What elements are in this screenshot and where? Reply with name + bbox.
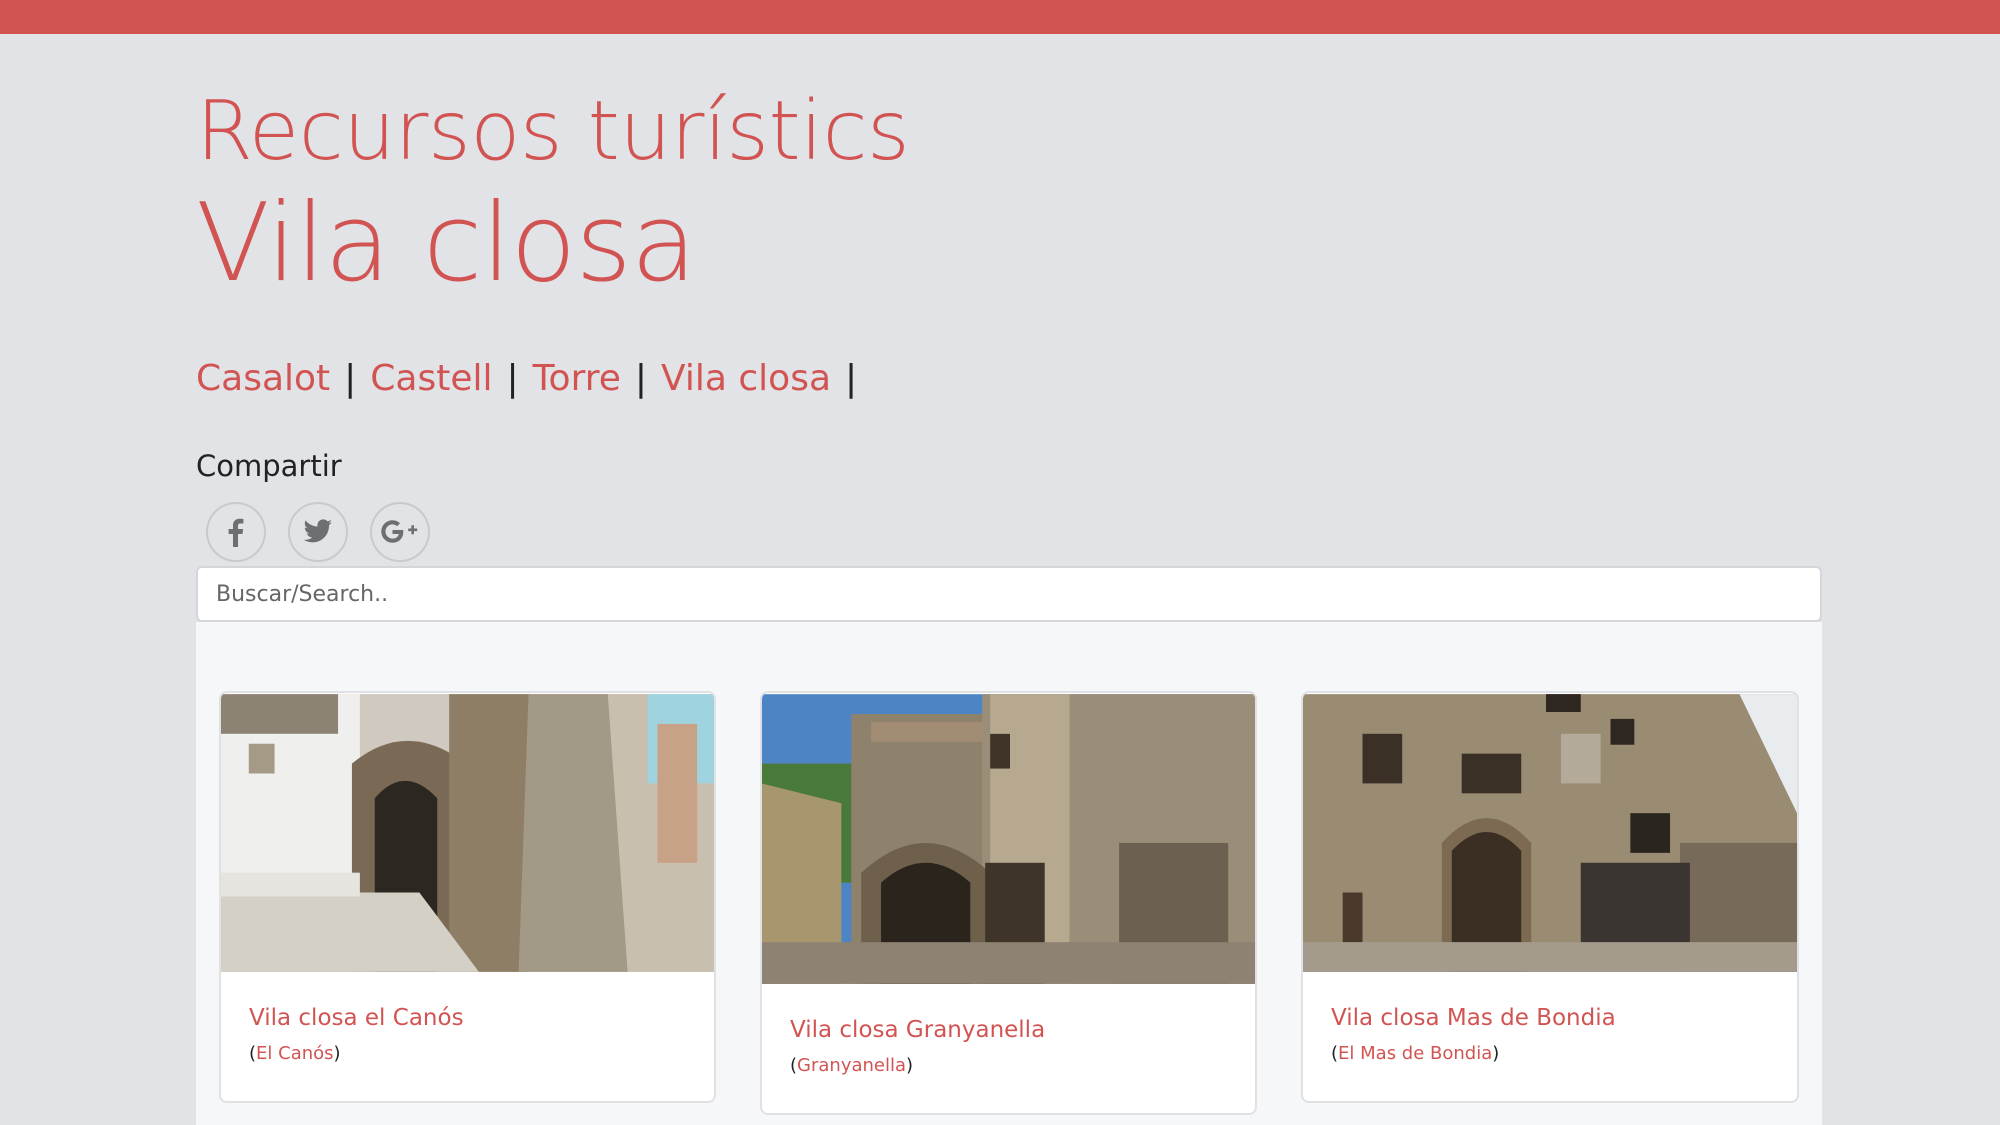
- card-location-link[interactable]: Granyanella: [797, 1055, 906, 1076]
- tag-separator: |: [506, 358, 519, 399]
- twitter-share-button[interactable]: [288, 502, 348, 562]
- card-body: Vila closa Granyanella (Granyanella): [762, 985, 1255, 1079]
- tag-separator: |: [845, 358, 858, 399]
- google-plus-share-button[interactable]: [370, 502, 430, 562]
- card-body: Vila closa Mas de Bondia (El Mas de Bond…: [1303, 973, 1797, 1067]
- top-accent-bar: [0, 0, 2000, 34]
- card-location: (El Canós): [249, 1043, 341, 1064]
- card-location: (Granyanella): [790, 1055, 914, 1076]
- page-title: Vila closa: [196, 181, 697, 306]
- share-label: Compartir: [196, 449, 342, 483]
- card-location: (El Mas de Bondia): [1331, 1043, 1500, 1064]
- card-title-link[interactable]: Vila closa Mas de Bondia: [1331, 1003, 1769, 1033]
- facebook-share-button[interactable]: [206, 502, 266, 562]
- card-photo: [1303, 694, 1797, 972]
- card-title-link[interactable]: Vila closa el Canós: [249, 1003, 686, 1033]
- result-card[interactable]: Vila closa Mas de Bondia (El Mas de Bond…: [1301, 691, 1799, 1103]
- search-input[interactable]: [196, 566, 1822, 622]
- section-kicker: Recursos turístics: [196, 84, 910, 179]
- twitter-icon: [303, 519, 332, 543]
- card-location-link[interactable]: El Mas de Bondia: [1338, 1043, 1492, 1064]
- card-body: Vila closa el Canós (El Canós): [221, 973, 714, 1067]
- results-panel: Vila closa el Canós (El Canós) Vila clos…: [196, 622, 1822, 1125]
- page-header: Recursos turístics Vila closa Casalot | Ca…: [196, 34, 1821, 562]
- card-title-link[interactable]: Vila closa Granyanella: [790, 1015, 1227, 1045]
- result-card[interactable]: Vila closa Granyanella (Granyanella): [760, 691, 1257, 1115]
- tag-link-casalot[interactable]: Casalot: [196, 358, 330, 399]
- google-plus-icon: [381, 520, 418, 543]
- card-location-link[interactable]: El Canós: [256, 1043, 334, 1064]
- tag-link-castell[interactable]: Castell: [370, 358, 492, 399]
- tag-link-vila-closa[interactable]: Vila closa: [661, 358, 831, 399]
- card-photo: [762, 694, 1255, 984]
- tag-separator: |: [634, 358, 648, 399]
- tag-list: Casalot | Castell | Torre | Vila closa |: [196, 356, 1821, 402]
- tag-link-torre[interactable]: Torre: [533, 358, 621, 399]
- facebook-icon: [228, 518, 244, 547]
- result-card[interactable]: Vila closa el Canós (El Canós): [219, 691, 716, 1103]
- tag-separator: |: [344, 358, 357, 399]
- social-share-buttons: [206, 502, 1821, 562]
- card-photo: [221, 694, 714, 972]
